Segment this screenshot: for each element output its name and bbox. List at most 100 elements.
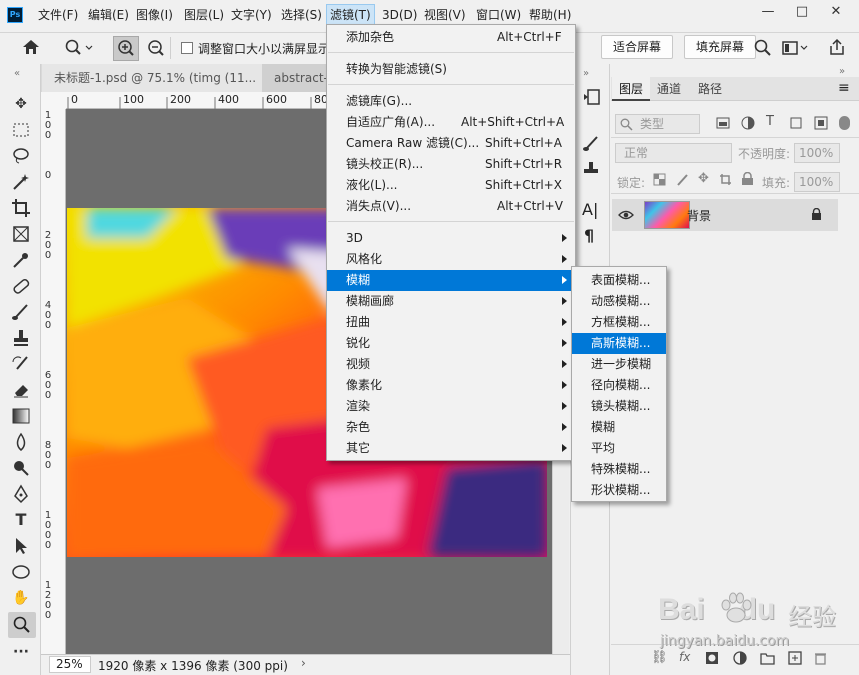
close-button[interactable]: ✕ <box>819 0 853 26</box>
submenu-blur[interactable]: 模糊 <box>327 270 575 291</box>
layer-name[interactable]: 背景 <box>687 207 711 224</box>
search-icon[interactable] <box>754 39 772 57</box>
eraser-tool-icon[interactable] <box>11 380 31 400</box>
dodge-tool-icon[interactable] <box>11 458 31 478</box>
menu-item-smart-blur[interactable]: 特殊模糊... <box>572 459 666 480</box>
zoom-tool-preset-icon[interactable] <box>64 39 94 57</box>
pen-tool-icon[interactable] <box>11 484 31 504</box>
clone-source-icon[interactable] <box>582 160 600 178</box>
menu-item-surface-blur[interactable]: 表面模糊... <box>572 270 666 291</box>
menu-layer[interactable]: 图层(L) <box>184 0 224 30</box>
filter-pixel-icon[interactable] <box>716 116 730 130</box>
submenu-other[interactable]: 其它 <box>327 438 575 459</box>
filter-smartobject-icon[interactable] <box>814 116 828 130</box>
menu-select[interactable]: 选择(S) <box>281 0 322 30</box>
maximize-button[interactable]: □ <box>785 0 819 26</box>
brush-tool-icon[interactable] <box>11 302 31 322</box>
layer-row-background[interactable]: 背景 <box>612 199 838 231</box>
lock-position-icon[interactable]: ✥ <box>698 171 709 186</box>
submenu-render[interactable]: 渲染 <box>327 396 575 417</box>
menu-item-add-noise[interactable]: 添加杂色 Alt+Ctrl+F <box>327 27 575 48</box>
history-brush-tool-icon[interactable] <box>11 354 31 374</box>
share-icon[interactable] <box>828 38 846 56</box>
resize-windows-checkbox[interactable] <box>181 42 193 54</box>
blend-mode-select[interactable]: 正常 <box>615 143 732 163</box>
collapse-arrows-icon[interactable]: « <box>14 68 20 79</box>
fit-screen-button[interactable]: 适合屏幕 <box>601 35 673 59</box>
menu-item-blur-more[interactable]: 进一步模糊 <box>572 354 666 375</box>
brush-settings-icon[interactable] <box>582 134 600 152</box>
submenu-blur-gallery[interactable]: 模糊画廊 <box>327 291 575 312</box>
ellipse-tool-icon[interactable] <box>11 562 31 582</box>
stamp-tool-icon[interactable] <box>11 328 31 348</box>
frame-tool-icon[interactable] <box>11 224 31 244</box>
menu-item-camera-raw[interactable]: Camera Raw 滤镜(C)... Shift+Ctrl+A <box>327 133 575 154</box>
collapse-panel-icon[interactable]: » <box>839 66 845 77</box>
fill-field[interactable]: 100% <box>794 172 840 192</box>
submenu-distort[interactable]: 扭曲 <box>327 312 575 333</box>
submenu-3d[interactable]: 3D <box>327 228 575 249</box>
submenu-video[interactable]: 视频 <box>327 354 575 375</box>
zoom-tool-icon[interactable] <box>8 612 36 638</box>
lasso-tool-icon[interactable] <box>11 146 31 166</box>
crop-tool-icon[interactable] <box>11 198 31 218</box>
tab-layers[interactable]: 图层 <box>612 77 650 101</box>
menu-filter[interactable]: 滤镜(T) <box>326 4 375 26</box>
menu-item-filter-gallery[interactable]: 滤镜库(G)... <box>327 91 575 112</box>
character-panel-icon[interactable]: A| <box>582 200 598 219</box>
tab-channels[interactable]: 通道 <box>657 77 687 101</box>
menu-item-gaussian-blur[interactable]: 高斯模糊... <box>572 333 666 354</box>
lock-transparent-icon[interactable] <box>653 173 666 186</box>
menu-item-blur[interactable]: 模糊 <box>572 417 666 438</box>
history-panel-icon[interactable] <box>582 88 600 106</box>
submenu-noise[interactable]: 杂色 <box>327 417 575 438</box>
tab-untitled-1[interactable]: 未标题-1.psd @ 75.1% (timg (11... <box>42 64 262 92</box>
menu-item-box-blur[interactable]: 方框模糊... <box>572 312 666 333</box>
submenu-stylize[interactable]: 风格化 <box>327 249 575 270</box>
filter-shape-icon[interactable] <box>789 116 803 130</box>
filter-toggle-icon[interactable] <box>839 116 850 130</box>
type-tool-icon[interactable]: T <box>11 510 31 530</box>
submenu-sharpen[interactable]: 锐化 <box>327 333 575 354</box>
zoom-out-icon[interactable] <box>145 37 167 59</box>
home-icon[interactable] <box>22 39 40 55</box>
minimize-button[interactable]: — <box>751 0 785 26</box>
eyedropper-tool-icon[interactable] <box>11 250 31 270</box>
paragraph-panel-icon[interactable]: ¶ <box>584 226 594 245</box>
status-menu-arrow-icon[interactable]: › <box>301 656 306 670</box>
gradient-tool-icon[interactable] <box>11 406 31 426</box>
menu-edit[interactable]: 编辑(E) <box>88 0 129 30</box>
lock-artboard-icon[interactable] <box>719 173 732 186</box>
menu-item-average[interactable]: 平均 <box>572 438 666 459</box>
menu-item-vanishing-point[interactable]: 消失点(V)... Alt+Ctrl+V <box>327 196 575 217</box>
menu-file[interactable]: 文件(F) <box>38 0 78 30</box>
marquee-tool-icon[interactable] <box>11 120 31 140</box>
move-tool-icon[interactable]: ✥ <box>11 94 31 114</box>
menu-item-convert-smart-filter[interactable]: 转换为智能滤镜(S) <box>327 59 575 80</box>
zoom-in-button[interactable] <box>113 36 139 61</box>
magic-wand-tool-icon[interactable] <box>11 172 31 192</box>
zoom-level-field[interactable]: 25% <box>49 656 91 673</box>
workspace-icon[interactable] <box>782 40 808 56</box>
fill-screen-button[interactable]: 填充屏幕 <box>684 35 756 59</box>
path-selection-tool-icon[interactable] <box>11 536 31 556</box>
menu-item-lens-correction[interactable]: 镜头校正(R)... Shift+Ctrl+R <box>327 154 575 175</box>
menu-item-radial-blur[interactable]: 径向模糊... <box>572 375 666 396</box>
menu-item-lens-blur[interactable]: 镜头模糊... <box>572 396 666 417</box>
visibility-eye-icon[interactable] <box>618 209 634 221</box>
opacity-field[interactable]: 100% <box>794 143 840 163</box>
filter-adjustment-icon[interactable] <box>741 116 755 130</box>
submenu-pixelate[interactable]: 像素化 <box>327 375 575 396</box>
menu-image[interactable]: 图像(I) <box>136 0 173 30</box>
hand-tool-icon[interactable]: ✋ <box>11 588 31 608</box>
menu-type[interactable]: 文字(Y) <box>231 0 272 30</box>
expand-arrows-icon[interactable]: » <box>583 68 589 79</box>
blur-tool-icon[interactable] <box>11 432 31 452</box>
more-tools-icon[interactable]: ··· <box>11 642 31 662</box>
filter-type-icon[interactable]: T <box>766 114 774 129</box>
menu-item-adaptive-wide-angle[interactable]: 自适应广角(A)... Alt+Shift+Ctrl+A <box>327 112 575 133</box>
menu-item-liquify[interactable]: 液化(L)... Shift+Ctrl+X <box>327 175 575 196</box>
panel-menu-icon[interactable]: ≡ <box>838 80 850 96</box>
menu-item-shape-blur[interactable]: 形状模糊... <box>572 480 666 501</box>
menu-item-motion-blur[interactable]: 动感模糊... <box>572 291 666 312</box>
